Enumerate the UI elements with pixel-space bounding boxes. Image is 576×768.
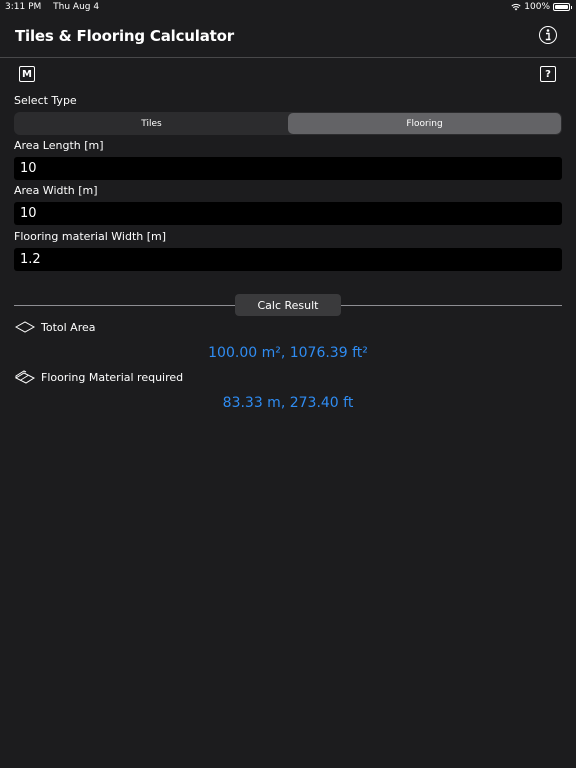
segment-flooring[interactable]: Flooring bbox=[288, 113, 561, 134]
select-type-label: Select Type bbox=[14, 94, 77, 107]
divider-right bbox=[341, 305, 562, 306]
total-area-label: Totol Area bbox=[41, 321, 96, 334]
total-area-value: 100.00 m², 1076.39 ft² bbox=[208, 345, 368, 361]
wifi-icon bbox=[511, 3, 521, 11]
material-required-value: 83.33 m, 273.40 ft bbox=[222, 395, 354, 411]
area-width-input[interactable]: 10 bbox=[14, 202, 562, 225]
area-diamond-icon bbox=[15, 321, 35, 333]
info-button[interactable] bbox=[539, 26, 557, 44]
material-width-label: Flooring material Width [m] bbox=[14, 230, 167, 243]
material-required-label: Flooring Material required bbox=[41, 371, 184, 384]
area-length-input[interactable]: 10 bbox=[14, 157, 562, 180]
status-bar: 3:11 PM Thu Aug 4 100% bbox=[0, 0, 576, 14]
status-date: Thu Aug 4 bbox=[53, 2, 100, 12]
status-right: 100% bbox=[511, 2, 572, 12]
help-button[interactable]: ? bbox=[540, 66, 556, 82]
tool-row: M ? bbox=[0, 64, 576, 84]
flooring-material-icon bbox=[15, 370, 35, 384]
material-width-input[interactable]: 1.2 bbox=[14, 248, 562, 271]
page-title: Tiles & Flooring Calculator bbox=[15, 27, 234, 45]
type-segmented-control: Tiles Flooring bbox=[14, 112, 562, 135]
status-left: 3:11 PM Thu Aug 4 bbox=[5, 2, 108, 12]
status-time: 3:11 PM bbox=[5, 2, 42, 12]
battery-percent: 100% bbox=[524, 2, 550, 12]
nav-bar: Tiles & Flooring Calculator bbox=[0, 14, 576, 58]
segment-tiles[interactable]: Tiles bbox=[15, 113, 288, 134]
memory-button[interactable]: M bbox=[19, 66, 35, 82]
calc-result-button[interactable]: Calc Result bbox=[235, 294, 341, 316]
area-width-label: Area Width [m] bbox=[14, 184, 98, 197]
battery-icon bbox=[553, 3, 572, 11]
info-circle-icon bbox=[545, 29, 551, 41]
area-length-label: Area Length [m] bbox=[14, 139, 104, 152]
divider-left bbox=[14, 305, 235, 306]
